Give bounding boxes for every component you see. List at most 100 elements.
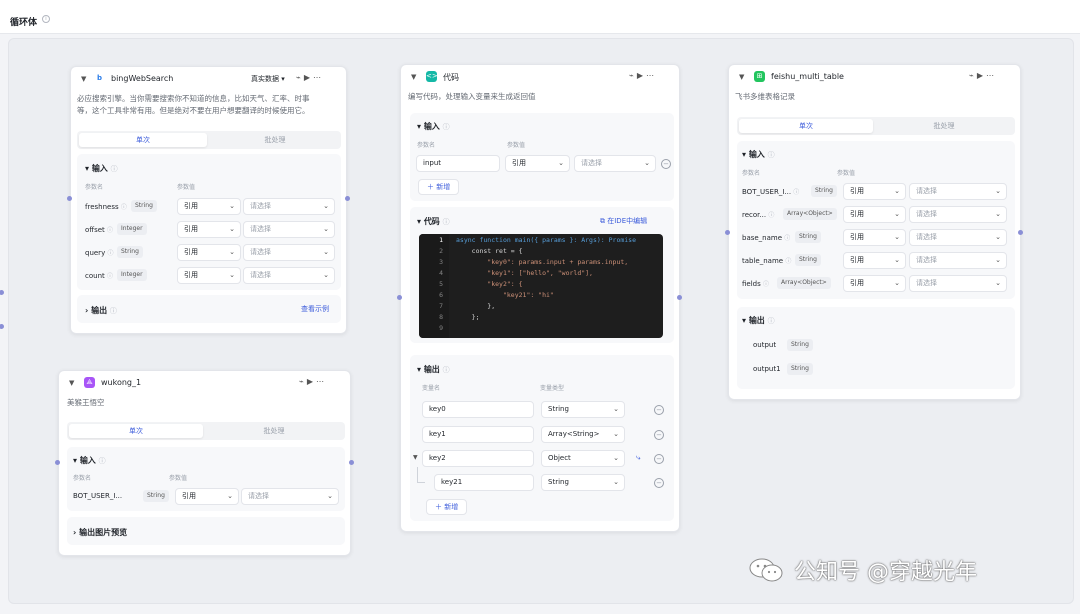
node-port[interactable] [349,460,354,465]
param-name: BOT_USER_I... ⓘ [742,188,800,196]
node-port[interactable] [725,230,730,235]
tree-connector [417,467,425,483]
param-mode-select[interactable]: 引用 ⌄ [843,183,906,200]
param-value-select[interactable]: 请选择 ⌄ [243,267,335,284]
plugin-icon: ⟁ [84,377,95,388]
param-value-select[interactable]: 请选择 ⌄ [243,244,335,261]
add-input-button[interactable]: ＋ 新增 [418,179,460,195]
param-value-select[interactable]: 请选择 ⌄ [241,488,339,505]
param-mode-select[interactable]: 引用 ⌄ [843,229,906,246]
tab-single[interactable]: 单次 [69,424,203,438]
expand-arrow-icon[interactable]: ▼ [413,454,418,461]
param-value-select[interactable]: 请选择 ⌄ [909,252,1007,269]
param-mode-select[interactable]: 引用 ⌄ [177,267,241,284]
output-image-preview-title[interactable]: › 输出图片预览 [73,527,127,538]
param-mode-select[interactable]: 引用 ⌄ [505,155,570,172]
param-name: freshness ⓘ [85,203,127,211]
param-name: count ⓘ [85,272,113,280]
output-name-field[interactable]: key1 [422,426,534,443]
output-type-select[interactable]: Array<String> ⌄ [541,426,625,443]
col-param-name: 参数名 [73,475,92,482]
param-type: String [795,254,821,266]
node-port[interactable] [55,460,60,465]
node-actions[interactable]: ⌁▶⋯ [299,377,327,386]
input-section-title[interactable]: ▾ 输入 ⓘ [417,121,450,132]
node-port[interactable] [1018,230,1023,235]
node-actions[interactable]: ⌁▶⋯ [296,73,324,82]
node-desc: 编写代码，处理输入变量来生成返回值 [408,92,536,101]
line-number: 4 [439,269,443,277]
node-port[interactable] [677,295,682,300]
input-section-title[interactable]: ▾ 输入 ⓘ [85,163,118,174]
node-actions[interactable]: ⌁▶⋯ [969,71,997,80]
chevron-down-icon[interactable]: ▼ [69,379,74,387]
param-name: fields ⓘ [742,280,770,288]
output-name-field[interactable]: key0 [422,401,534,418]
tab-single[interactable]: 单次 [739,119,873,133]
output-type-select[interactable]: String ⌄ [541,474,625,491]
param-name: recor... ⓘ [742,211,775,219]
col-param-name: 参数名 [85,184,104,191]
code-line: "key1": ["hello", "world"], [456,269,593,277]
chevron-down-icon[interactable]: ▼ [81,75,86,83]
param-value-select[interactable]: 请选择 ⌄ [574,155,656,172]
node-port[interactable] [397,295,402,300]
param-mode-select[interactable]: 引用 ⌄ [843,206,906,223]
param-value-select[interactable]: 请选择 ⌄ [909,229,1007,246]
node-port[interactable] [345,196,350,201]
add-output-button[interactable]: ＋ 新增 [426,499,468,515]
param-mode-select[interactable]: 引用 ⌄ [177,198,241,215]
line-number: 9 [439,324,443,332]
view-example-link[interactable]: 查看示例 [301,304,329,314]
canvas-port[interactable] [0,324,4,329]
chevron-down-icon[interactable]: ▼ [411,73,416,81]
param-value-select[interactable]: 请选择 ⌄ [909,206,1007,223]
output-section-title[interactable]: › 输出 ⓘ [85,305,117,316]
code-section-title[interactable]: ▾ 代码 ⓘ [417,216,450,227]
node-actions[interactable]: ⌁▶⋯ [629,71,657,80]
node-feishu-multi-table[interactable]: ▼ ⊞ feishu_multi_table ⌁▶⋯ 飞书多维表格记录 单次 批… [728,64,1021,400]
output-section-title[interactable]: ▾ 输出 ⓘ [417,364,450,375]
remove-param-icon[interactable]: − [661,159,671,169]
param-mode-select[interactable]: 引用 ⌄ [843,252,906,269]
param-value-select[interactable]: 请选择 ⌄ [909,275,1007,292]
output-type-select[interactable]: String ⌄ [541,401,625,418]
tab-batch[interactable]: 批处理 [877,119,1011,133]
tab-batch[interactable]: 批处理 [211,133,339,147]
chevron-down-icon[interactable]: ▼ [739,73,744,81]
remove-output-icon[interactable]: − [654,454,664,464]
add-child-icon[interactable]: ⤷ [636,453,640,463]
input-section-title[interactable]: ▾ 输入 ⓘ [73,455,106,466]
code-line: "key21": "hi" [456,291,554,299]
input-section-title[interactable]: ▾ 输入 ⓘ [742,149,775,160]
canvas-port[interactable] [0,290,4,295]
edit-in-ide-link[interactable]: ⧉ 在IDE中编辑 [600,216,647,226]
param-value-select[interactable]: 请选择 ⌄ [243,221,335,238]
code-editor[interactable]: 1 2 3 4 5 6 7 8 9 async function main({ … [419,234,663,338]
remove-output-icon[interactable]: − [654,478,664,488]
tab-batch[interactable]: 批处理 [207,424,341,438]
param-mode-select[interactable]: 引用 ⌄ [175,488,239,505]
col-param-value: 参数值 [169,475,188,482]
output-type-select[interactable]: Object ⌄ [541,450,625,467]
node-wukong[interactable]: ▼ ⟁ wukong_1 ⌁▶⋯ 美猴王悟空 单次 批处理 ▾ 输入 ⓘ 参数名… [58,370,351,556]
param-name: offset ⓘ [85,226,114,234]
remove-output-icon[interactable]: − [654,430,664,440]
output-section: ▾ 输出 ⓘ 变量名 变量类型 key0 String ⌄ − key1 Arra… [410,355,674,521]
output-section-title[interactable]: ▾ 输出 ⓘ [742,315,775,326]
param-mode-select[interactable]: 引用 ⌄ [177,221,241,238]
info-icon[interactable]: i [42,15,50,23]
param-mode-select[interactable]: 引用 ⌄ [177,244,241,261]
node-bing-web-search[interactable]: ▼ b bingWebSearch 真实数据 ▾ ⌁▶⋯ 必应搜索引擎。当你需要… [70,66,347,334]
param-mode-select[interactable]: 引用 ⌄ [843,275,906,292]
node-port[interactable] [67,196,72,201]
mode-dropdown[interactable]: 真实数据 ▾ [251,74,285,84]
output-child-name-field[interactable]: key21 [434,474,534,491]
node-code[interactable]: ▼ <> 代码 ⌁▶⋯ 编写代码，处理输入变量来生成返回值 ▾ 输入 ⓘ 参数名… [400,64,680,532]
remove-output-icon[interactable]: − [654,405,664,415]
param-value-select[interactable]: 请选择 ⌄ [909,183,1007,200]
output-name-field[interactable]: key2 [422,450,534,467]
input-name-field[interactable]: input [416,155,500,172]
tab-single[interactable]: 单次 [79,133,207,147]
param-value-select[interactable]: 请选择 ⌄ [243,198,335,215]
